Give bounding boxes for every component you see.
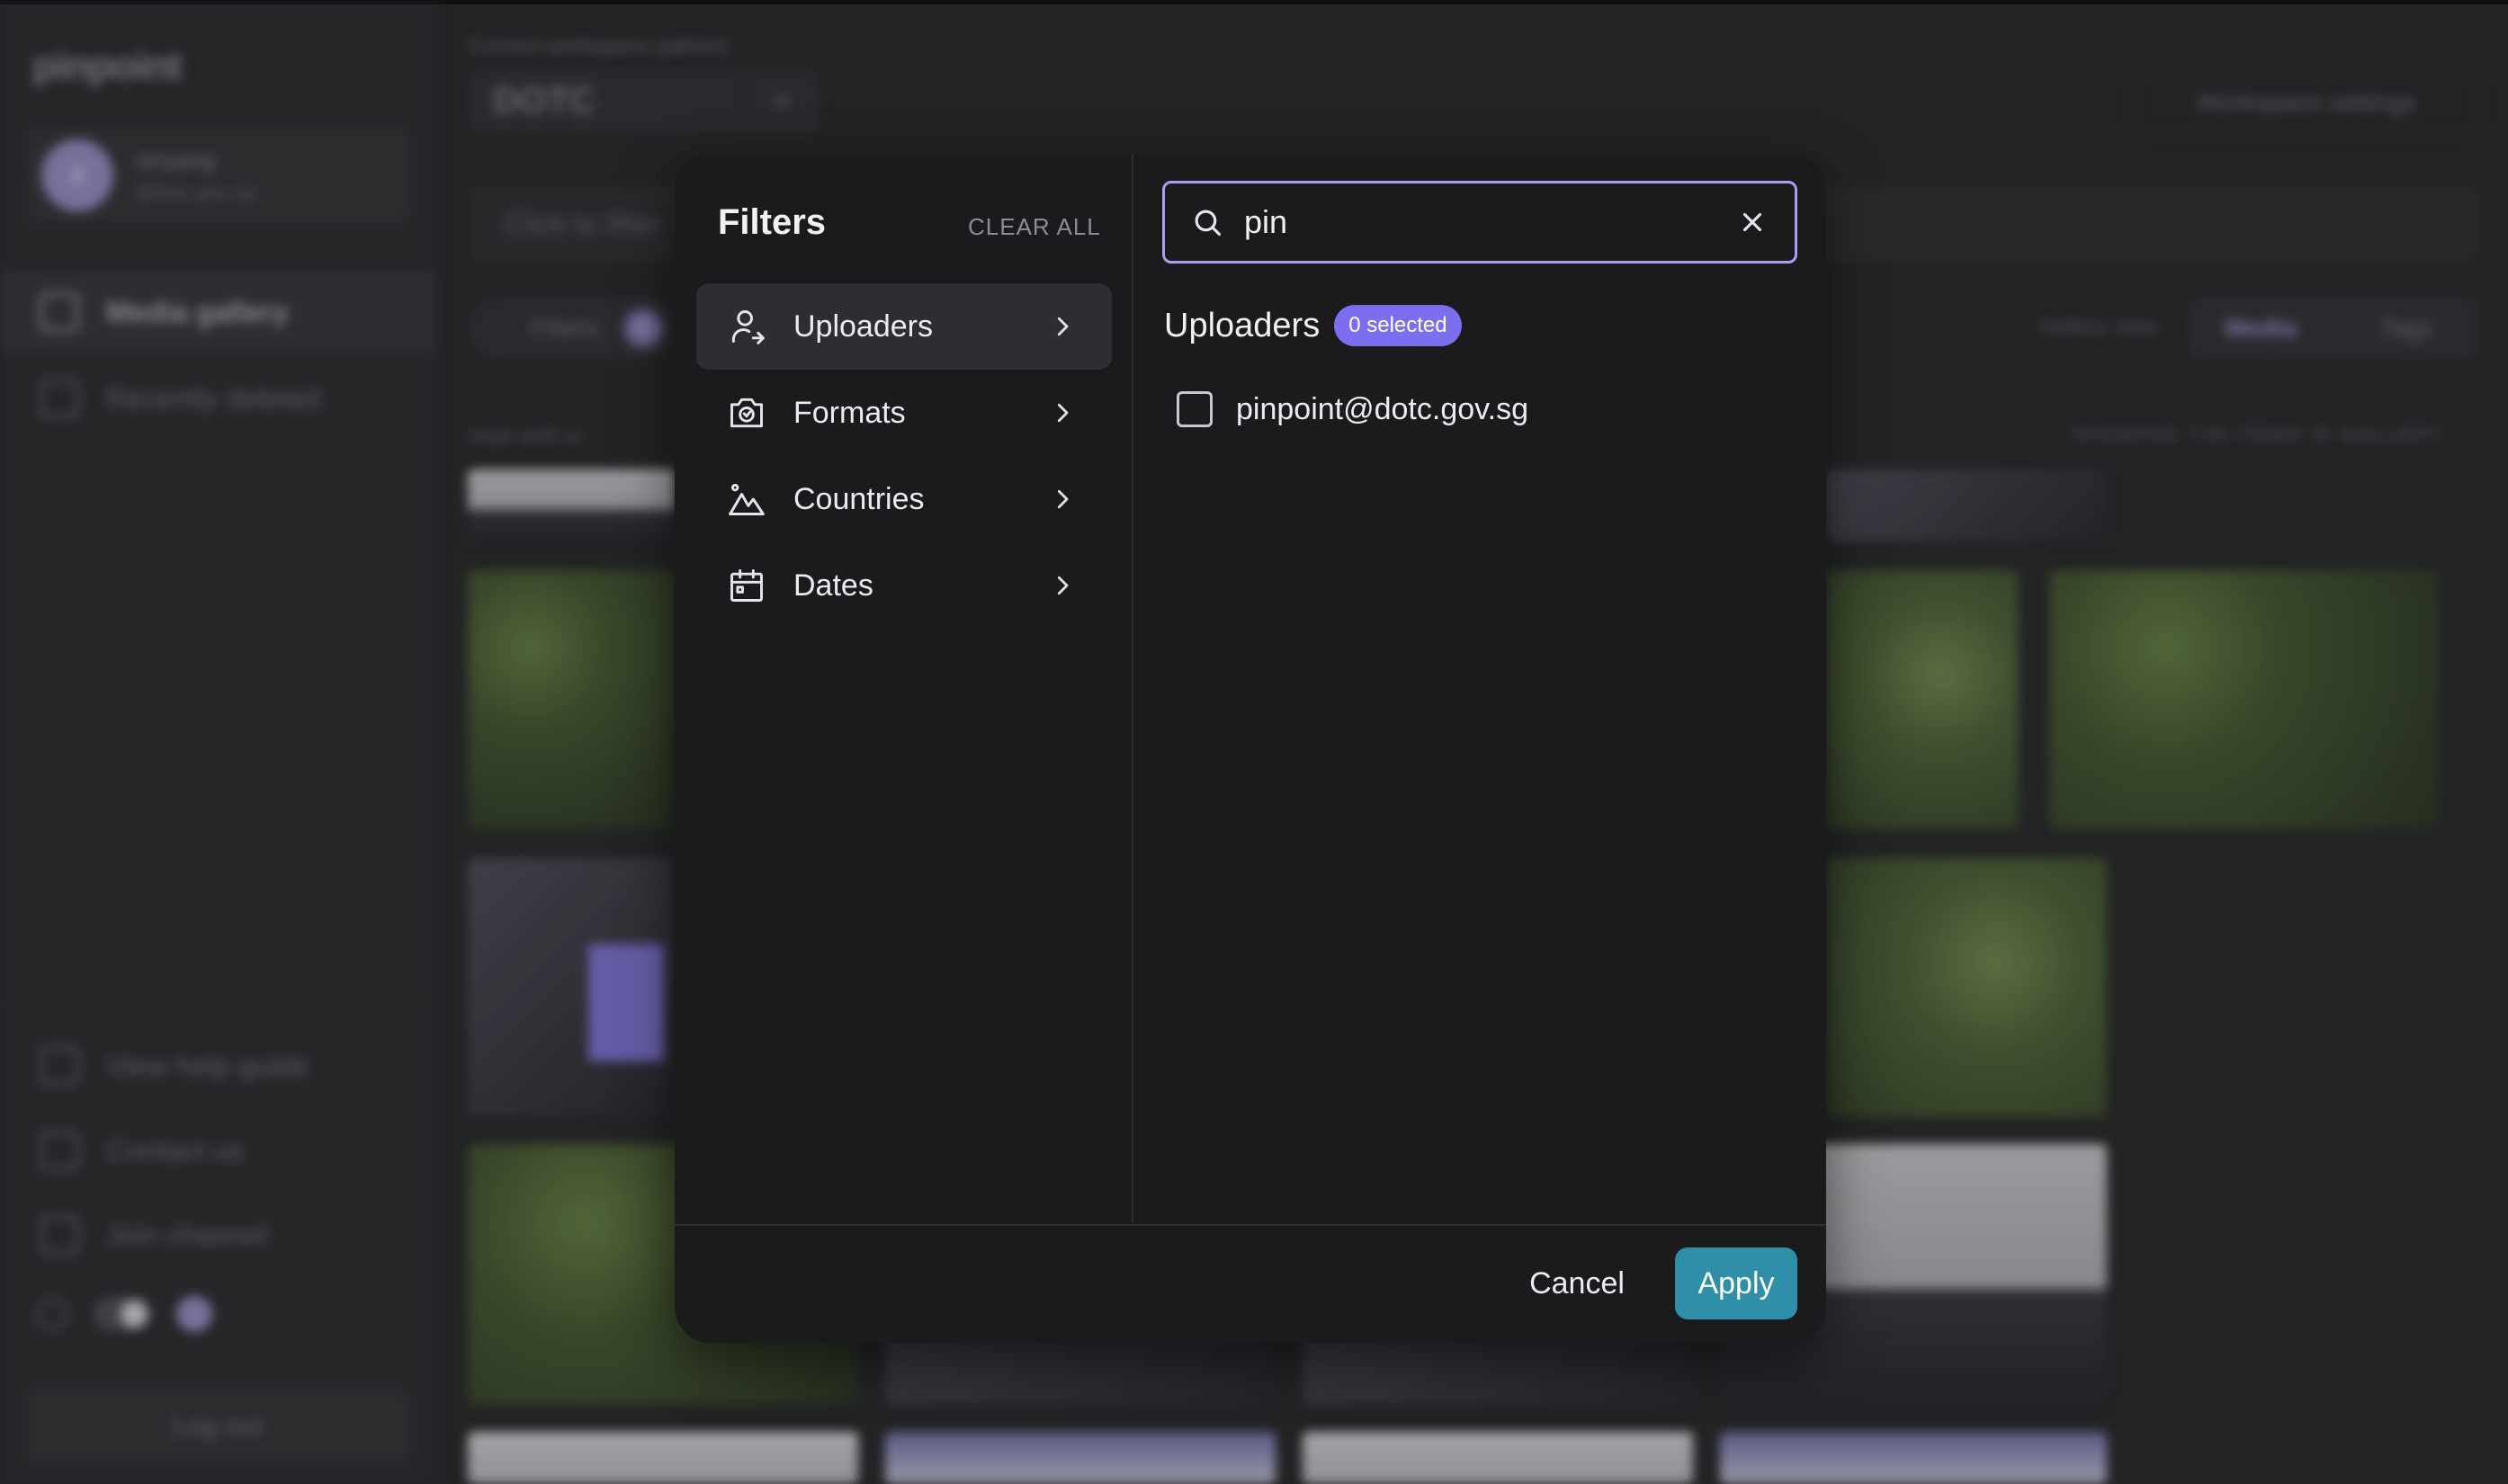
user-icon <box>731 310 765 344</box>
chevron-right-icon <box>1057 489 1069 509</box>
chevron-right-icon <box>1057 576 1069 595</box>
mountain-icon <box>729 483 765 515</box>
apply-button[interactable]: Apply <box>1675 1247 1797 1319</box>
close-icon[interactable] <box>1737 207 1768 237</box>
search-icon <box>1195 210 1222 237</box>
category-countries[interactable]: Countries <box>696 456 1112 542</box>
uploader-checkbox[interactable] <box>1177 391 1213 427</box>
modal-title: Filters <box>718 202 827 242</box>
uploader-option[interactable]: pinpoint@dotc.gov.sg <box>1177 391 1528 427</box>
calendar-icon <box>730 569 763 602</box>
selected-count-badge: 0 selected <box>1334 305 1462 346</box>
category-uploaders[interactable]: Uploaders <box>696 283 1112 370</box>
uploader-option-label: pinpoint@dotc.gov.sg <box>1236 391 1528 426</box>
cancel-button[interactable]: Cancel <box>1509 1247 1644 1319</box>
category-label: Dates <box>793 568 873 603</box>
filter-search-input[interactable] <box>1244 203 1737 241</box>
category-label: Uploaders <box>793 308 933 344</box>
filters-modal: Filters CLEAR ALL Uploaders Formats Coun… <box>675 154 1826 1343</box>
category-label: Countries <box>793 481 925 516</box>
uploaders-section-header: Uploaders 0 selected <box>1164 305 1462 346</box>
category-formats[interactable]: Formats <box>696 370 1112 456</box>
section-title: Uploaders <box>1164 306 1321 344</box>
filter-search-field[interactable] <box>1162 181 1797 264</box>
filter-categories-pane: Filters CLEAR ALL Uploaders Formats Coun… <box>675 154 1133 1224</box>
chevron-right-icon <box>1057 317 1069 336</box>
clear-all-button[interactable]: CLEAR ALL <box>968 213 1101 241</box>
chevron-right-icon <box>1057 403 1069 423</box>
category-label: Formats <box>793 395 906 430</box>
camera-icon <box>730 398 763 428</box>
modal-footer: Cancel Apply <box>675 1224 1826 1343</box>
category-dates[interactable]: Dates <box>696 542 1112 629</box>
